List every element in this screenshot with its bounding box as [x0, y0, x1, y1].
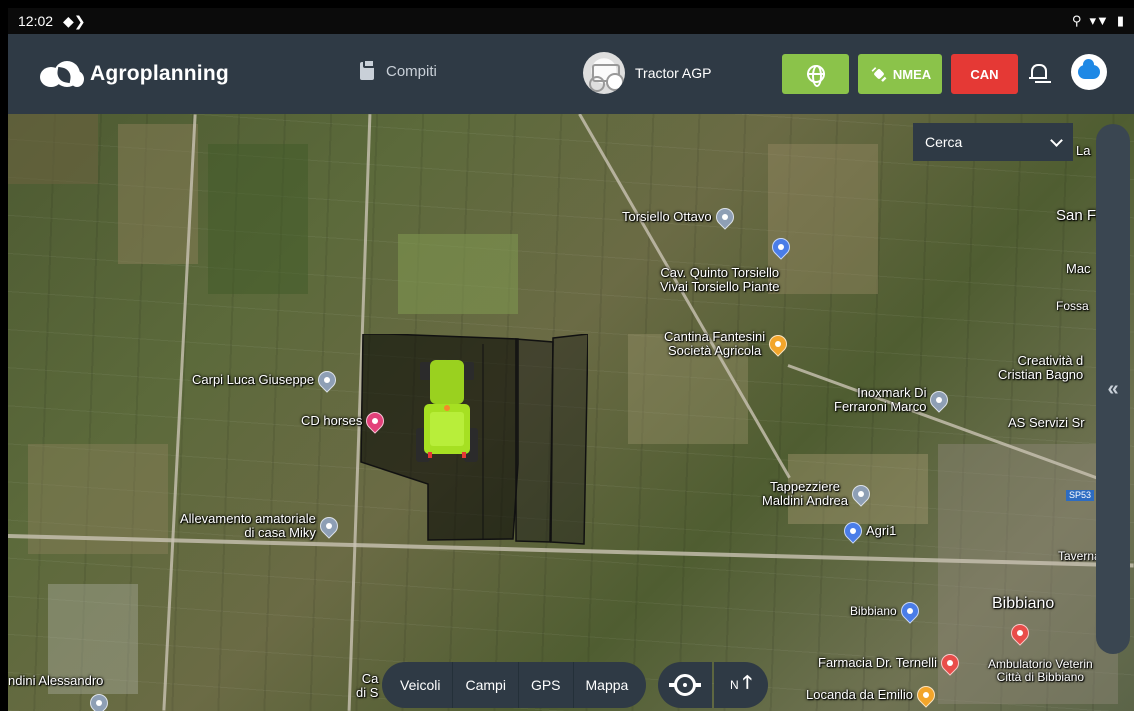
map-plot: [768, 144, 878, 294]
globe-icon: [806, 65, 825, 87]
poi-allevamento[interactable]: Allevamento amatoriale di casa Miky: [180, 512, 342, 539]
tab-campi[interactable]: Campi: [453, 662, 519, 708]
poi-cd-horses[interactable]: CD horses: [301, 408, 389, 434]
bell-icon[interactable]: [1028, 62, 1047, 84]
poi-cantina-fantesini[interactable]: Cantina Fantesini Società Agricola: [664, 330, 791, 357]
poi-bibbiano-bus[interactable]: Bibbiano: [850, 598, 923, 624]
app-indicator-icon: ◆❯: [63, 12, 86, 29]
can-label: CAN: [970, 66, 999, 82]
poi-cav-quinto-torsiello[interactable]: Cav. Quinto Torsiello Vivai Torsiello Pi…: [660, 266, 779, 293]
tab-gps[interactable]: GPS: [519, 662, 574, 708]
status-bar: 12:02 ◆❯ ⚲ ▾▼ ▮: [8, 8, 1134, 34]
status-time: 12:02: [18, 13, 54, 29]
cloud-logo-icon: [1078, 59, 1100, 79]
food-pin-icon: [765, 330, 791, 357]
double-chevron-left-icon: «: [1107, 377, 1119, 400]
map-pin-icon: [926, 386, 953, 413]
battery-icon: ▮: [1116, 13, 1124, 28]
pharmacy-pin-icon: [937, 650, 963, 676]
connection-button[interactable]: [782, 54, 849, 94]
map-plot: [398, 234, 518, 314]
nmea-label: NMEA: [892, 66, 932, 82]
map-pin-icon: [848, 480, 874, 507]
user-avatar[interactable]: [1071, 54, 1107, 90]
search-placeholder: Cerca: [925, 134, 963, 150]
vehicle-name: Tractor AGP: [635, 65, 712, 81]
tab-mappa[interactable]: Mappa: [574, 662, 641, 708]
bus-stop-icon: [896, 598, 923, 624]
location-icon: ⚲: [1071, 13, 1082, 28]
map-plot: [8, 114, 98, 184]
app-header: Agroplanning Compiti Tractor AGP NMEA CA…: [8, 34, 1134, 114]
poi-as-servizi[interactable]: AS Servizi Sr: [1008, 416, 1085, 430]
crosshair-icon: [669, 674, 701, 696]
north-label: N: [729, 678, 739, 692]
poi-creativita[interactable]: Creatività d Cristian Bagno: [998, 354, 1083, 381]
search-dropdown[interactable]: Cerca: [913, 123, 1073, 161]
agroplanning-logo-icon: [40, 61, 84, 87]
poi-farmacia[interactable]: Farmacia Dr. Ternelli: [818, 650, 963, 676]
arrow-up-icon: 🡑: [742, 672, 753, 692]
label-la: La: [1076, 143, 1091, 158]
road-sign-sp53: SP53: [1066, 490, 1095, 502]
bottom-tab-bar: Veicoli Campi GPS Mappa: [382, 662, 647, 708]
brand[interactable]: Agroplanning: [40, 61, 229, 87]
nmea-button[interactable]: NMEA: [858, 54, 942, 94]
tractor-icon: [416, 360, 478, 462]
shopping-pin-icon: [362, 408, 389, 434]
label-ca-di-s: Ca di S: [356, 671, 379, 700]
label-fossa: Fossa: [1056, 299, 1089, 313]
map-pin-icon: [711, 204, 738, 230]
can-button[interactable]: CAN: [951, 54, 1018, 94]
poi-locanda[interactable]: Locanda da Emilio: [806, 682, 939, 708]
tractor-avatar: [583, 52, 625, 94]
poi-carpi-luca-giuseppe[interactable]: Carpi Luca Giuseppe: [192, 367, 340, 393]
poi-agri1[interactable]: Agri1: [840, 518, 896, 544]
poi-torsiello-ottavo[interactable]: Torsiello Ottavo: [622, 204, 738, 230]
satellite-map[interactable]: Torsiello Ottavo Cav. Quinto Torsiello V…: [8, 114, 1134, 711]
map-plot: [208, 144, 308, 294]
clipboard-icon: [360, 59, 375, 80]
north-button[interactable]: N 🡑: [714, 662, 768, 708]
wifi-icon: ▾▼: [1089, 13, 1109, 28]
poi-tappezziere[interactable]: Tappezziere Maldini Andrea: [762, 480, 874, 507]
chevron-down-icon: [1050, 133, 1063, 147]
map-pin-icon: [314, 367, 340, 393]
tractor-marker[interactable]: [416, 360, 478, 465]
map-pin-icon: [316, 512, 342, 539]
food-pin-icon: [913, 682, 939, 708]
town-mac: Mac: [1066, 261, 1091, 276]
brand-name: Agroplanning: [90, 62, 229, 85]
shop-pin-icon: [840, 518, 866, 544]
side-panel-toggle[interactable]: «: [1096, 124, 1130, 654]
town-bibbiano: Bibbiano: [992, 595, 1055, 612]
poi-inoxmark[interactable]: Inoxmark Di Ferraroni Marco: [834, 386, 953, 413]
vehicle-selector[interactable]: Tractor AGP: [583, 52, 712, 94]
poi-ndini-alessandro[interactable]: ndini Alessandro: [8, 674, 103, 688]
poi-ambulatorio[interactable]: Ambulatorio Veterin Città di Bibbiano: [988, 658, 1093, 683]
tab-veicoli[interactable]: Veicoli: [388, 662, 454, 708]
locate-button[interactable]: [658, 662, 712, 708]
nav-tasks-label: Compiti: [386, 62, 437, 80]
satellite-icon: [869, 64, 889, 84]
nav-tasks[interactable]: Compiti: [360, 59, 437, 80]
